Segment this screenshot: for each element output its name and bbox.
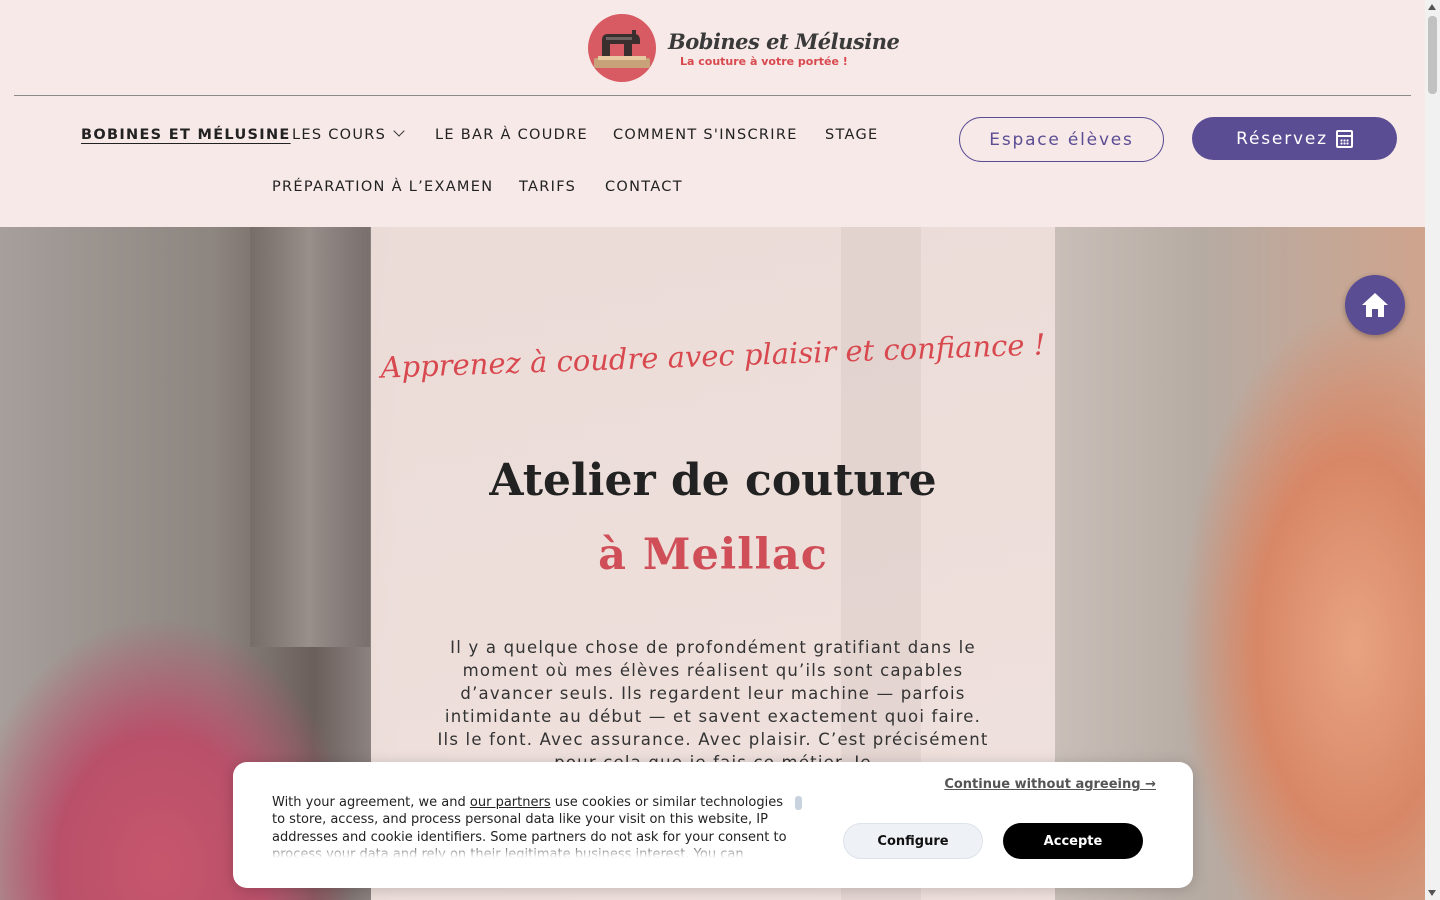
scroll-down-arrow-icon[interactable] — [1428, 890, 1436, 896]
nav-item-preparation-examen[interactable]: PRÉPARATION À L’EXAMEN — [272, 179, 493, 195]
cookie-consent-banner: Continue without agreeing → With your ag… — [233, 762, 1193, 888]
site-header: Bobines et Mélusine La couture à votre p… — [0, 0, 1425, 227]
page-subtitle: à Meillac — [598, 530, 828, 580]
nav-item-le-bar-a-coudre[interactable]: LE BAR À COUDRE — [435, 127, 588, 143]
partners-link[interactable]: our partners — [470, 795, 551, 810]
scroll-up-arrow-icon[interactable] — [1428, 4, 1436, 10]
nav-item-tarifs[interactable]: TARIFS — [519, 179, 576, 195]
header-divider — [14, 95, 1411, 96]
student-space-button[interactable]: Espace élèves — [959, 117, 1164, 162]
logo-subtitle: La couture à votre portée ! — [680, 54, 848, 68]
cookie-text-start: With your agreement, we and — [272, 795, 470, 810]
nav-item-label: LES COURS — [292, 127, 387, 143]
book-button-label: Réservez — [1236, 128, 1328, 149]
book-button[interactable]: Réservez — [1192, 117, 1397, 160]
nav-item-contact[interactable]: CONTACT — [605, 179, 683, 195]
hero-tagline: Apprenez à coudre avec plaisir et confia… — [380, 327, 1046, 385]
calendar-icon — [1335, 129, 1353, 148]
scrollbar-thumb[interactable] — [1428, 16, 1437, 94]
accept-button[interactable]: Accepte — [1003, 823, 1143, 859]
page-title: Atelier de couture — [489, 455, 937, 506]
nav-item-bobines-et-melusine[interactable]: BOBINES ET MÉLUSINE — [81, 127, 291, 143]
nav-item-les-cours[interactable]: LES COURS — [292, 125, 405, 143]
chevron-down-icon — [393, 125, 405, 137]
sewing-machine-icon — [588, 14, 656, 82]
hero-background-image — [250, 227, 370, 647]
configure-button[interactable]: Configure — [843, 823, 983, 859]
cookie-text-fade — [272, 842, 800, 858]
home-icon — [1362, 293, 1388, 317]
page-scrollbar[interactable] — [1425, 0, 1440, 900]
home-button[interactable] — [1345, 275, 1405, 335]
logo[interactable]: Bobines et Mélusine La couture à votre p… — [588, 14, 900, 82]
nav-item-comment-sinscrire[interactable]: COMMENT S'INSCRIRE — [613, 127, 798, 143]
continue-without-agreeing-link[interactable]: Continue without agreeing → — [944, 777, 1156, 792]
hero-body-text: Il y a quelque chose de profondément gra… — [437, 638, 989, 772]
cookie-text-scrollbar[interactable] — [795, 796, 802, 810]
logo-title: Bobines et Mélusine — [668, 28, 900, 54]
nav-item-stage[interactable]: STAGE — [825, 127, 879, 143]
